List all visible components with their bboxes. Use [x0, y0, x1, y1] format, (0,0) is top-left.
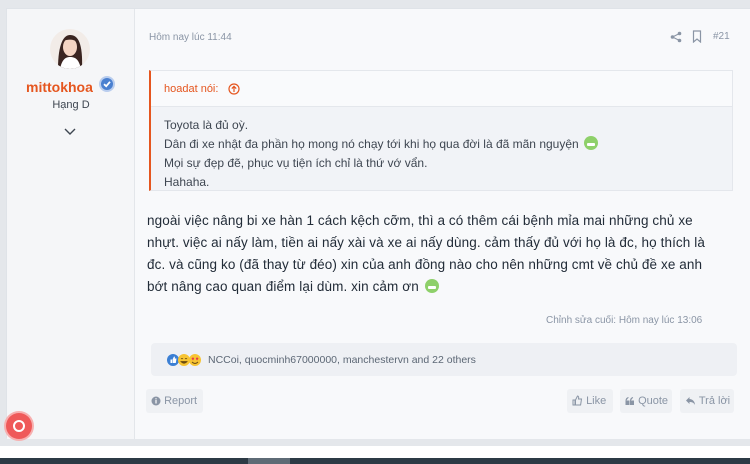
reactions-bar[interactable]: NCCoi, quocminh67000000, manchestervn an…	[151, 343, 737, 376]
quote-line-text: Dân đi xe nhật đa phần họ mong nó chạy t…	[164, 137, 579, 151]
user-sidebar: mittokhoa Hạng D	[7, 9, 135, 439]
chevron-down-icon[interactable]	[62, 125, 78, 137]
taskbar-item[interactable]	[248, 458, 290, 464]
reaction-users[interactable]: NCCoi, quocminh67000000, manchestervn an…	[208, 354, 476, 366]
post-number[interactable]: #21	[713, 31, 730, 42]
message-line-text: bớt nâng cao quan điểm lại dùm. xin cảm …	[147, 279, 419, 294]
quote-line: Dân đi xe nhật đa phần họ mong nó chạy t…	[164, 135, 599, 154]
quote-line: Hahaha.	[164, 175, 210, 189]
reaction-icons	[167, 353, 207, 367]
thumbs-up-icon	[572, 391, 583, 415]
report-label: Report	[164, 395, 198, 407]
grimace-emoji-icon	[584, 136, 599, 150]
quote-line: Mọi sự đẹp đẽ, phục vụ tiện ích chỉ là t…	[164, 156, 428, 170]
quote-line: Toyota là đủ oỳ.	[164, 118, 249, 132]
reply-button[interactable]: Trả lời	[680, 389, 734, 413]
info-icon	[151, 391, 161, 415]
quote-button[interactable]: Quote	[620, 389, 672, 413]
quote-body: Toyota là đủ oỳ. Dân đi xe nhật đa phần …	[164, 116, 599, 192]
quote-label: Quote	[638, 395, 669, 407]
user-title: Hạng D	[52, 99, 90, 111]
quote-header: hoadat nói:	[151, 71, 732, 107]
message-line: đc. và cũng ko (đã thay từ đéo) xin của …	[147, 257, 703, 272]
reply-label: Trả lời	[698, 395, 731, 407]
quote-icon	[625, 391, 635, 415]
verified-badge-icon	[99, 76, 115, 92]
share-icon[interactable]	[670, 30, 682, 43]
post-main: Hôm nay lúc 11:44 #21 hoadat nói: Toyota…	[135, 9, 750, 439]
post-timestamp[interactable]: Hôm nay lúc 11:44	[149, 32, 232, 43]
message-line: ngoài việc nâng bi xe hàn 1 cách kệch cỡ…	[147, 213, 693, 228]
report-button[interactable]: Report	[146, 389, 203, 413]
like-button[interactable]: Like	[567, 389, 613, 413]
post-message: ngoài việc nâng bi xe hàn 1 cách kệch cỡ…	[147, 210, 747, 298]
bookmark-icon[interactable]	[691, 30, 703, 44]
username[interactable]: mittokhoa	[26, 79, 93, 95]
notification-icon	[13, 420, 25, 432]
reply-arrow-icon	[685, 391, 696, 415]
message-line: bớt nâng cao quan điểm lại dùm. xin cảm …	[147, 276, 747, 298]
arrow-up-circle-icon[interactable]	[228, 82, 240, 95]
edited-note: Chỉnh sửa cuối: Hôm nay lúc 13:06	[546, 315, 703, 326]
avatar[interactable]	[50, 29, 90, 69]
quote-block: hoadat nói: Toyota là đủ oỳ. Dân đi xe n…	[149, 70, 733, 191]
quote-author[interactable]: hoadat nói:	[164, 83, 218, 95]
taskbar	[0, 458, 750, 464]
notification-bell-button[interactable]	[6, 413, 32, 439]
like-label: Like	[586, 395, 607, 407]
grimace-emoji-icon	[424, 279, 439, 293]
message-line: nhựt. việc ai nấy làm, tiền ai nấy xài v…	[147, 235, 705, 250]
post-container: mittokhoa Hạng D Hôm nay lúc 11:44 #21 h…	[6, 8, 750, 439]
